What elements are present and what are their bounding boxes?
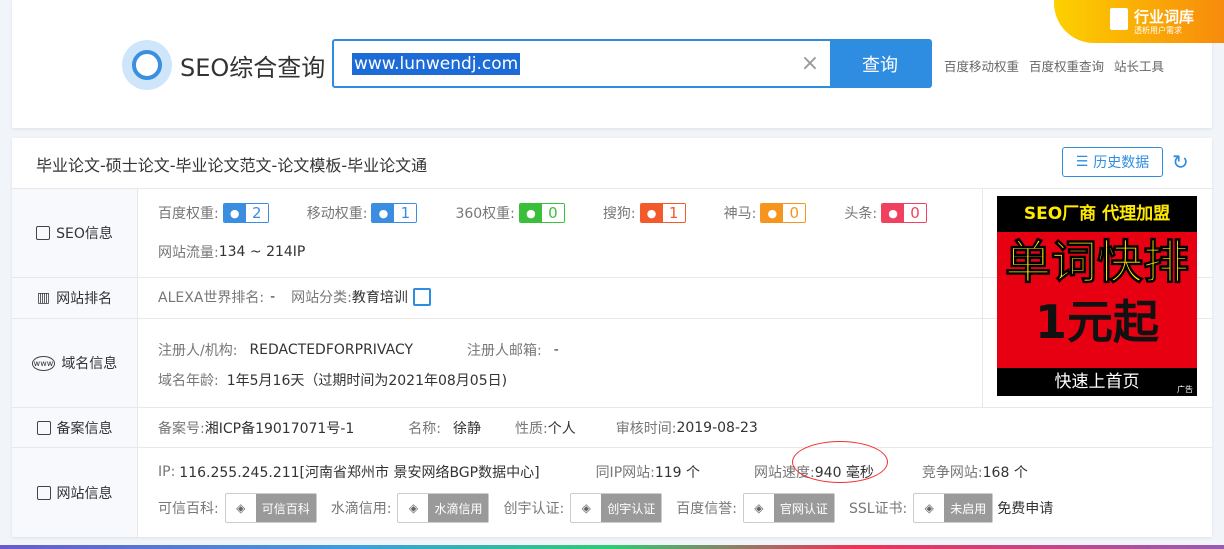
industry-keyword-badge[interactable]: 行业词库 透析用户需求 (1054, 0, 1224, 43)
toutiao-icon: ● (882, 204, 905, 222)
link-mobile-weight[interactable]: 百度移动权重 (944, 59, 1019, 74)
cert-icon: ◈ (924, 501, 934, 515)
result-panel: 毕业论文-硕士论文-毕业论文范文-论文模板-毕业论文通 ☰ 历史数据 ↻ SEO信… (12, 138, 1212, 537)
search-bar: www.lunwendj.com × 查询 (332, 39, 932, 88)
weight-label: 头条: (844, 206, 878, 222)
cert-label: SSL证书: (848, 501, 908, 517)
search-button[interactable]: 查询 (830, 41, 930, 86)
category-link[interactable]: 教育培训 (352, 287, 408, 307)
speed-highlight-circle (792, 441, 888, 483)
weight-badge[interactable]: ● 2 (222, 203, 269, 223)
weight-badge[interactable]: ● 1 (371, 203, 418, 223)
logo[interactable]: SEO综合查询 (122, 40, 325, 90)
link-webmaster-tools[interactable]: 站长工具 (1114, 59, 1164, 74)
bar-chart-icon: ▥ (36, 290, 51, 306)
record-icon (36, 420, 51, 435)
free-apply-link[interactable]: 免费申请 (997, 498, 1053, 518)
weight-badge[interactable]: ● 1 (639, 203, 686, 223)
weight-label: 360权重: (455, 206, 515, 222)
info-icon (36, 485, 51, 500)
cert-icon: ◈ (754, 501, 764, 515)
baidu-mobile-icon: ● (372, 204, 395, 222)
weight-label: 神马: (723, 206, 757, 222)
cert-badge[interactable]: ◈ 创宇认证 (570, 493, 663, 523)
site-info-row: 网站信息 IP: 116.255.245.211[河南省郑州市 景安网络BGP数据… (12, 447, 1212, 537)
cert-label: 百度信誉: (676, 501, 737, 517)
bottom-strip (0, 545, 1224, 549)
certs-line: 可信百科: ◈ 可信百科 水滴信用: ◈ 水滴信用 创宇认证: ◈ 创宇认证 百度信誉: ◈ 官网认证… (158, 493, 1053, 523)
weight-badge[interactable]: ● 0 (760, 203, 807, 223)
baidu-paw-icon: ● (223, 204, 246, 222)
seo-logo-icon (122, 40, 172, 90)
cert-badge[interactable]: ◈ 未启用 (913, 493, 994, 523)
edit-icon[interactable] (412, 288, 431, 306)
cert-badge[interactable]: ◈ 官网认证 (742, 493, 835, 523)
sogou-icon: ● (640, 204, 663, 222)
icp-row: 备案信息 备案号: 湘ICP备19017071号-1 名称: 徐静 性质: 个人 审核时间:… (12, 407, 1212, 447)
cert-badge[interactable]: ◈ 水滴信用 (397, 493, 490, 523)
weight-badge[interactable]: ● 0 (518, 203, 565, 223)
cert-icon: ◈ (581, 501, 591, 515)
cert-badge[interactable]: ◈ 可信百科 (224, 493, 317, 523)
weight-label: 移动权重: (306, 206, 368, 222)
history-button[interactable]: ☰ 历史数据 (1062, 147, 1163, 177)
cert-label: 创宇认证: (503, 501, 565, 517)
header: SEO综合查询 www.lunwendj.com × 查询 百度移动权重 百度权重… (12, 0, 1212, 128)
cert-icon: ◈ (236, 501, 246, 515)
weight-label: 搜狗: (602, 206, 636, 222)
refresh-icon[interactable]: ↻ (1172, 150, 1189, 174)
cert-label: 水滴信用: (330, 501, 392, 517)
shenma-icon: ● (761, 204, 784, 222)
weight-label: 百度权重: (158, 206, 219, 222)
link-weight-query[interactable]: 百度权重查询 (1029, 59, 1104, 74)
weight-badge[interactable]: ● 0 (881, 203, 928, 223)
seo-icon (36, 226, 51, 240)
360-icon: ● (519, 204, 542, 222)
ad-image[interactable]: SEO厂商 代理加盟 单词快排 1元起 快速上首页 广告 (997, 196, 1197, 396)
weights-line: 百度权重: ● 2 移动权重: ● 1 360权重: ● 0 搜狗: ● 1 神马: ● 0 头条: ● 0 (158, 203, 965, 223)
ad-banner[interactable]: SEO厂商 代理加盟 单词快排 1元起 快速上首页 广告 (982, 188, 1212, 407)
search-input[interactable]: www.lunwendj.com (334, 41, 790, 86)
site-title: 毕业论文-硕士论文-毕业论文范文-论文模板-毕业论文通 (36, 156, 428, 175)
www-icon: www (31, 355, 56, 371)
clear-icon[interactable]: × (790, 41, 830, 86)
cert-icon: ◈ (408, 501, 419, 515)
history-icon: ☰ (1075, 154, 1089, 170)
document-icon (1110, 8, 1128, 30)
header-links: 百度移动权重 百度权重查询 站长工具 (944, 56, 1174, 75)
cert-label: 可信百科: (158, 501, 219, 517)
